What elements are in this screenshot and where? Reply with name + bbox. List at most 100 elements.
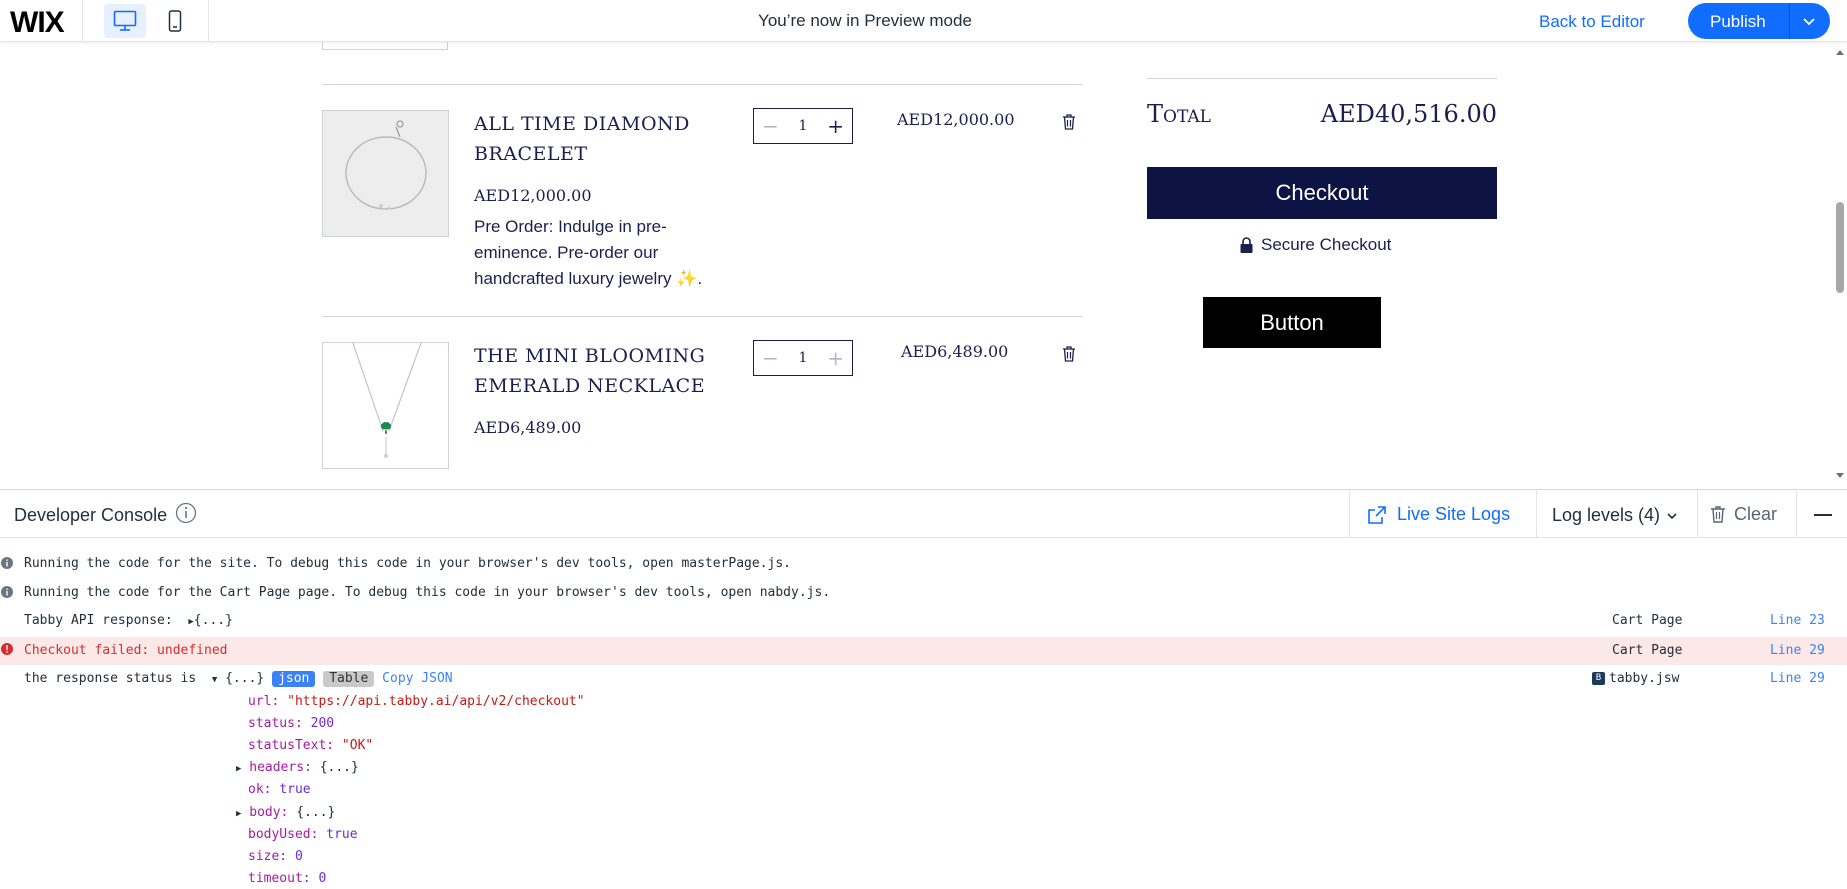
log-source-file[interactable]: tabby.jsw (1609, 671, 1679, 686)
info-icon (1, 557, 13, 569)
log-text: the response status is (24, 671, 197, 686)
quantity-value[interactable]: 1 (799, 350, 808, 366)
json-view-tag[interactable]: json (272, 671, 316, 687)
clear-button[interactable]: Clear (1710, 504, 1777, 525)
prop-key: body: (249, 805, 289, 820)
lock-icon (1240, 237, 1253, 253)
log-object[interactable]: {...} (225, 671, 264, 686)
log-message: Checkout failed: undefined (24, 643, 228, 658)
prop-key: statusText: (248, 738, 335, 753)
expand-triangle-icon[interactable]: ▶ (236, 809, 241, 819)
product-name[interactable]: ALL TIME DIAMOND BRACELET (474, 109, 690, 169)
total-value: AED40,516.00 (1320, 100, 1497, 128)
product-name[interactable]: THE MINI BLOOMING EMERALD NECKLACE (474, 341, 705, 401)
info-icon[interactable] (175, 502, 197, 524)
total-label: Total (1147, 100, 1211, 128)
preview-mode-label: You’re now in Preview mode (758, 11, 972, 30)
object-property: status: 200 (248, 716, 334, 731)
divider (1796, 490, 1797, 538)
product-name-line: ALL TIME DIAMOND (474, 113, 690, 135)
product-price: AED6,489.00 (474, 418, 582, 437)
scroll-up-icon[interactable] (1835, 48, 1845, 56)
chevron-down-icon (1667, 512, 1677, 519)
line-total: AED12,000.00 (897, 110, 1015, 129)
divider (1349, 490, 1350, 538)
log-line-link[interactable]: Line 29 (1770, 643, 1825, 658)
increase-quantity-button[interactable]: + (827, 114, 844, 138)
page-scrollbar[interactable] (1833, 42, 1847, 489)
back-to-editor-link[interactable]: Back to Editor (1539, 12, 1645, 32)
prop-value: true (326, 827, 358, 842)
live-site-logs-button[interactable]: Live Site Logs (1367, 504, 1510, 525)
log-entry-error: Checkout failed: undefined Cart Page Lin… (0, 637, 1847, 665)
publish-label: Publish (1710, 12, 1766, 31)
product-name-line: THE MINI BLOOMING (474, 345, 706, 367)
chevron-down-icon[interactable] (1802, 14, 1816, 28)
secure-checkout-label: Secure Checkout (1261, 235, 1392, 254)
log-line-link[interactable]: Line 23 (1770, 613, 1825, 628)
external-link-icon (1368, 505, 1386, 524)
backend-file-icon: B (1592, 672, 1605, 685)
console-header: Developer Console Live Site Logs Log lev… (0, 490, 1847, 538)
log-message: Running the code for the Cart Page page.… (24, 585, 831, 600)
product-thumbnail-partial (322, 42, 448, 50)
increase-quantity-button[interactable]: + (827, 346, 844, 370)
prop-key: ok: (248, 782, 272, 797)
log-message: the response status is ▼ {...} json Tabl… (24, 671, 453, 687)
custom-button[interactable]: Button (1203, 297, 1381, 348)
log-source: Btabby.jsw (1592, 671, 1679, 686)
log-object[interactable]: {...} (194, 613, 233, 628)
prop-value: 0 (294, 849, 303, 864)
divider (1536, 490, 1537, 538)
live-site-logs-label: Live Site Logs (1397, 504, 1511, 524)
log-entry: the response status is ▼ {...} json Tabl… (0, 671, 1847, 691)
prop-key: timeout: (248, 871, 311, 886)
prop-value[interactable]: {...} (320, 760, 359, 775)
trash-icon (1711, 506, 1725, 523)
log-source: Cart Page (1612, 643, 1683, 658)
object-property[interactable]: ▶ body: {...} (236, 805, 335, 820)
editor-topbar: WIX You’re now in Preview mode Back to E… (0, 0, 1847, 42)
product-image-necklace[interactable] (322, 342, 449, 469)
quantity-stepper[interactable]: − 1 + (753, 108, 853, 144)
clear-label: Clear (1734, 504, 1778, 524)
scroll-down-icon[interactable] (1835, 472, 1845, 480)
error-icon (1, 643, 13, 655)
prop-value: 0 (318, 871, 327, 886)
trash-icon[interactable] (1061, 345, 1077, 363)
copy-json-link[interactable]: Copy JSON (382, 671, 452, 686)
developer-console: Developer Console Live Site Logs Log lev… (0, 489, 1847, 889)
prop-value: 200 (310, 716, 335, 731)
object-property[interactable]: ▶ headers: {...} (236, 760, 359, 775)
decrease-quantity-button[interactable]: − (762, 346, 779, 370)
trash-icon[interactable] (1061, 113, 1077, 131)
prop-key: url: (248, 694, 280, 709)
necklace-image (352, 343, 422, 458)
quantity-value[interactable]: 1 (799, 118, 808, 134)
minimize-console-button[interactable] (1814, 514, 1832, 516)
decrease-quantity-button[interactable]: − (762, 114, 779, 138)
product-price: AED12,000.00 (474, 186, 592, 205)
log-source: Cart Page (1612, 613, 1683, 628)
table-view-tag[interactable]: Table (323, 671, 375, 687)
log-entry: Running the code for the site. To debug … (0, 556, 1847, 576)
quantity-stepper[interactable]: − 1 + (753, 340, 853, 376)
scrollbar-thumb[interactable] (1836, 202, 1844, 293)
line-total: AED6,489.00 (901, 342, 1009, 361)
product-image-bracelet[interactable] (322, 110, 449, 237)
prop-value[interactable]: {...} (296, 805, 335, 820)
log-text: Tabby API response: (24, 613, 173, 628)
divider (1147, 78, 1497, 79)
object-property: bodyUsed: true (248, 827, 358, 842)
checkout-button[interactable]: Checkout (1147, 167, 1497, 219)
expand-triangle-icon[interactable]: ▶ (236, 764, 241, 774)
divider (322, 84, 1082, 85)
collapse-triangle-icon[interactable]: ▼ (212, 675, 217, 685)
prop-key: size: (248, 849, 288, 864)
log-levels-dropdown[interactable]: Log levels (4) (1552, 505, 1678, 526)
info-icon (1, 586, 13, 598)
prop-value: true (279, 782, 311, 797)
publish-button[interactable]: Publish (1688, 3, 1830, 39)
log-line-link[interactable]: Line 29 (1770, 671, 1825, 686)
prop-key: status: (248, 716, 303, 731)
